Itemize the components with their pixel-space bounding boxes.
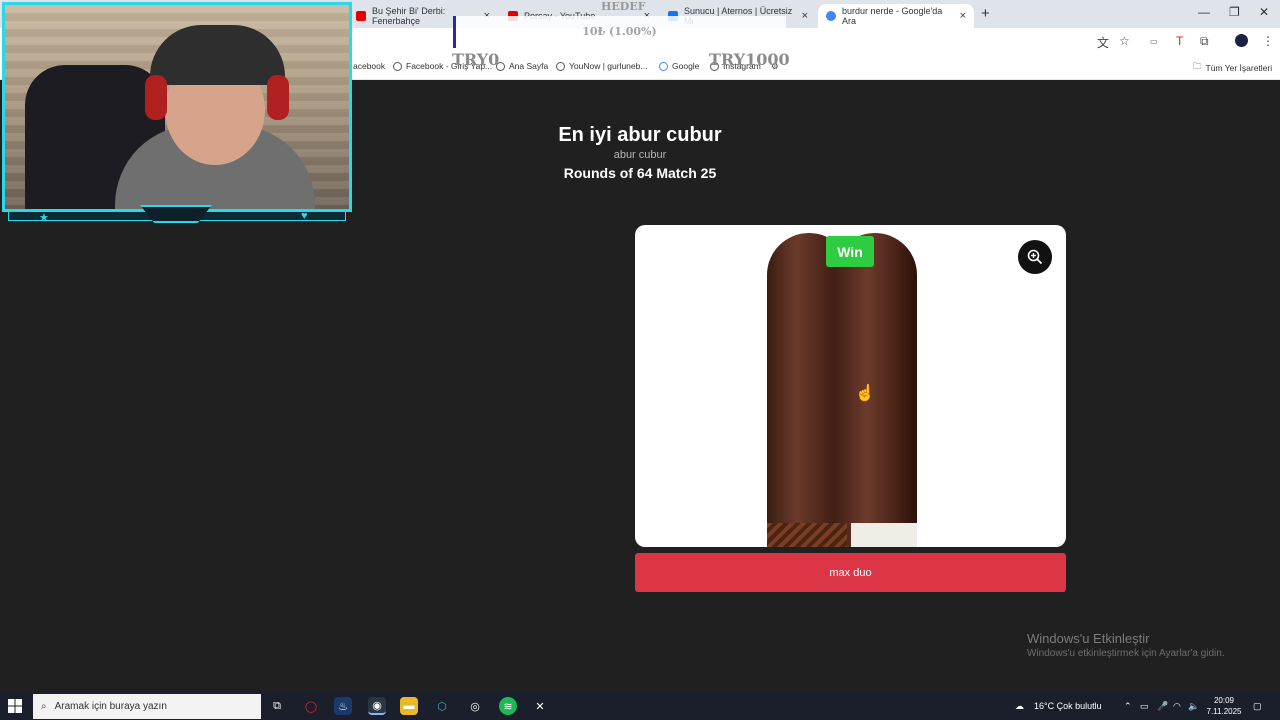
donation-min: TRY0 bbox=[452, 50, 500, 69]
menu-icon[interactable]: ⋮ bbox=[1262, 34, 1274, 48]
page-subtitle: abur cubur bbox=[613, 149, 667, 161]
taskbar-search[interactable]: ⌕ Aramak için buraya yazın bbox=[33, 694, 261, 719]
obs-icon[interactable]: ◎ bbox=[466, 697, 484, 715]
puzzle-icon[interactable]: ⧉ bbox=[1200, 34, 1209, 49]
close-icon[interactable]: × bbox=[802, 10, 808, 22]
search-icon: ⌕ bbox=[41, 701, 47, 712]
close-icon[interactable]: × bbox=[960, 10, 966, 22]
chevron-up-icon[interactable]: ⌃ bbox=[1124, 701, 1132, 712]
restore-icon[interactable]: ❐ bbox=[1229, 5, 1240, 19]
donation-title: HEDEF bbox=[601, 0, 646, 13]
hand-cursor-icon: ☝ bbox=[855, 385, 875, 402]
google-icon bbox=[659, 61, 668, 71]
tab-google-search[interactable]: burdur nerde - Google'da Ara × bbox=[818, 4, 974, 28]
microphone-icon[interactable]: 🎤 bbox=[1157, 701, 1168, 712]
zoom-in-icon bbox=[1027, 249, 1043, 265]
extension-tp-icon[interactable]: T bbox=[1176, 34, 1183, 48]
extension-off-icon[interactable]: ▭ bbox=[1150, 37, 1158, 46]
app-shield-icon[interactable]: ⬡ bbox=[433, 697, 451, 715]
weather-text[interactable]: 16°C Çok bulutlu bbox=[1034, 701, 1102, 711]
webcam-frame-bottom: ★ ♥ bbox=[0, 205, 354, 227]
donation-max: TRY1000 bbox=[709, 50, 790, 69]
star-icon[interactable]: ☆ bbox=[1119, 34, 1130, 48]
translate-icon[interactable]: 文 bbox=[1097, 34, 1109, 51]
youtube-icon bbox=[356, 11, 366, 21]
file-explorer-icon[interactable]: ▬ bbox=[400, 697, 418, 715]
webcam-feed bbox=[2, 2, 352, 212]
taskbar: ⌕ Aramak için buraya yazın ⧉ ◯ ♨ ◉ ▬ ⬡ ◎… bbox=[0, 692, 1280, 720]
minimize-icon[interactable]: — bbox=[1198, 5, 1210, 19]
bookmark-facebook[interactable]: acebook bbox=[353, 61, 385, 71]
choice-card[interactable]: Win bbox=[635, 225, 1066, 547]
round-info: Rounds of 64 Match 25 bbox=[563, 165, 717, 181]
spotify-icon[interactable]: ≋ bbox=[499, 697, 517, 715]
bookmark-google[interactable]: Google bbox=[659, 61, 699, 71]
notification-icon[interactable]: ▢ bbox=[1253, 701, 1262, 712]
bookmark-home[interactable]: Ana Sayfa bbox=[496, 61, 548, 71]
webcam-overlay: ★ ♥ bbox=[0, 0, 354, 228]
ice-cream-image bbox=[765, 233, 937, 547]
bookmark-younow[interactable]: YouNow | gurluneb... bbox=[556, 61, 647, 71]
steam-icon[interactable]: ♨ bbox=[334, 697, 352, 715]
weather-icon[interactable]: ☁ bbox=[1015, 701, 1024, 712]
clock-time: 20:09 bbox=[1213, 696, 1235, 705]
heart-icon: ♥ bbox=[301, 210, 308, 222]
clock[interactable]: 20:09 7.11.2025 bbox=[1206, 695, 1242, 717]
volume-icon[interactable]: 🔈 bbox=[1188, 701, 1199, 712]
clock-date: 7.11.2025 bbox=[1206, 707, 1242, 716]
globe-icon bbox=[556, 61, 565, 71]
network-icon[interactable]: ▭ bbox=[1140, 701, 1149, 712]
windows-start-icon[interactable] bbox=[8, 699, 22, 713]
zoom-button[interactable] bbox=[1018, 240, 1052, 274]
donation-goal: HEDEF 10₺ (1.00%) TRY0 TRY1000 bbox=[452, 0, 790, 69]
search-placeholder: Aramak için buraya yazın bbox=[54, 701, 167, 712]
wifi-icon[interactable]: ◠ bbox=[1173, 701, 1181, 712]
close-window-icon[interactable]: ✕ bbox=[1259, 5, 1269, 19]
all-bookmarks[interactable]: 🗀 Tüm Yer İşaretleri bbox=[1193, 61, 1272, 75]
profile-icon[interactable] bbox=[1235, 34, 1248, 47]
capcut-icon[interactable]: ✕ bbox=[531, 697, 549, 715]
choice-button[interactable]: max duo bbox=[635, 553, 1066, 592]
google-icon bbox=[826, 11, 836, 21]
task-view-icon[interactable]: ⧉ bbox=[268, 697, 286, 715]
headset-right bbox=[267, 75, 289, 120]
folder-icon: 🗀 bbox=[1193, 61, 1202, 71]
activation-watermark-title: Windows'u Etkinleştir bbox=[1027, 631, 1150, 646]
win-badge: Win bbox=[826, 236, 874, 267]
page-title: En iyi abur cubur bbox=[558, 124, 722, 146]
globe-icon bbox=[393, 61, 402, 71]
activation-watermark-subtitle: Windows'u etkinleştirmek için Ayarlar'a … bbox=[1027, 648, 1225, 659]
donation-amount: 10₺ (1.00%) bbox=[582, 25, 657, 38]
new-tab-icon[interactable]: + bbox=[981, 5, 990, 22]
chrome-icon[interactable]: ◉ bbox=[368, 697, 386, 715]
tab-title: burdur nerde - Google'da Ara bbox=[842, 6, 943, 26]
star-icon: ★ bbox=[39, 212, 49, 224]
opera-icon[interactable]: ◯ bbox=[302, 697, 320, 715]
headset-left bbox=[145, 75, 167, 120]
